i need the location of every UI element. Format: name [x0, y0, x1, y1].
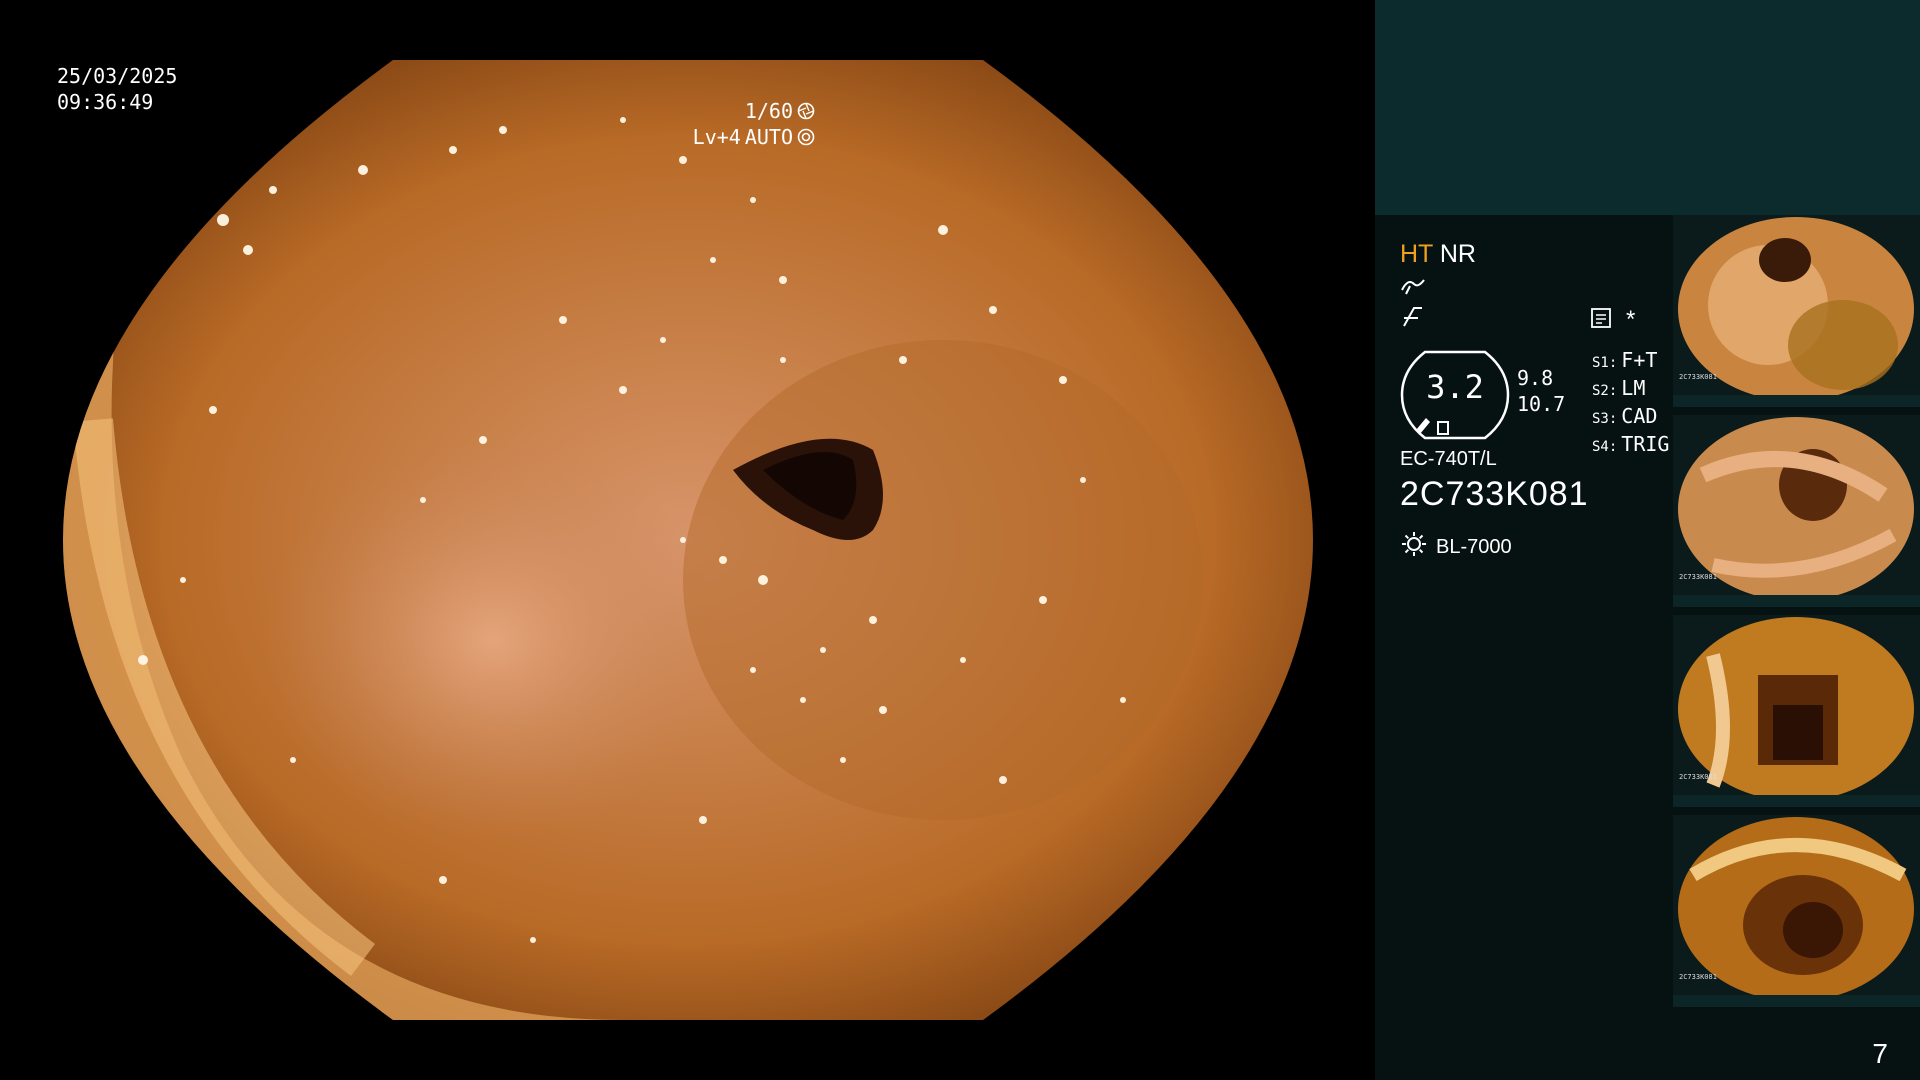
memo-area: * — [1590, 306, 1635, 334]
slot-3: S3: CAD — [1592, 404, 1658, 428]
page-number: 7 — [1872, 1038, 1888, 1069]
info-top-band — [1375, 0, 1920, 215]
endoscope-view: 25/03/2025 09:36:49 1/60 Lv+4 AUTO — [0, 0, 1375, 1080]
slot-2: S2: LM — [1592, 376, 1646, 400]
time-text: 09:36:49 — [57, 90, 154, 114]
thumbnail[interactable]: 2C733K081 — [1673, 415, 1920, 607]
datetime-display: 25/03/2025 09:36:49 — [57, 63, 177, 115]
thumbnail[interactable]: 2C733K081 — [1673, 215, 1920, 407]
thumb-serial: 2C733K081 — [1679, 973, 1717, 981]
endoscopic-image — [63, 60, 1313, 1020]
switch-assignments: S1: F+T S2: LM S3: CAD S4: TRIG — [1592, 348, 1669, 460]
lamp-model: BL-7000 — [1436, 535, 1512, 558]
exposure-display: 1/60 Lv+4 AUTO — [693, 98, 815, 150]
auto-exposure-icon — [797, 128, 815, 146]
date-text: 25/03/2025 — [57, 64, 178, 88]
zoom-side-bottom: 10.7 — [1517, 392, 1566, 416]
level-text: Lv+4 — [692, 125, 741, 149]
scope-serial: 2C733K081 — [1400, 475, 1589, 513]
capture-thumbnails: 2C733K081 2C733K081 2C733K081 2C733K081 — [1673, 215, 1920, 1015]
info-panel: HT NR * 3.2 9.8 10.7 S1: F+T S2: LM S3: CAD — [1375, 0, 1920, 1080]
function-icon — [1400, 306, 1426, 334]
shutter-text: 1/60 — [744, 99, 793, 123]
thumbnail[interactable]: 2C733K081 — [1673, 815, 1920, 1007]
exposure-mode-text: AUTO — [744, 125, 793, 149]
shutter-icon — [797, 102, 815, 120]
memo-symbol: * — [1626, 306, 1636, 333]
memo-icon — [1590, 307, 1612, 334]
zoom-value: 3.2 — [1426, 368, 1484, 406]
nr-indicator: NR — [1439, 240, 1476, 268]
scope-model: EC-740T/L — [1400, 448, 1497, 470]
zoom-side-top: 9.8 — [1517, 366, 1554, 390]
enhancement-icon — [1400, 276, 1426, 302]
mode-indicator: HT NR — [1400, 240, 1476, 269]
slot-4: S4: TRIG — [1592, 432, 1670, 456]
thumbnail[interactable]: 2C733K081 — [1673, 615, 1920, 807]
ht-indicator: HT — [1400, 240, 1433, 268]
lamp-icon — [1400, 530, 1428, 564]
slot-1: S1: F+T — [1592, 348, 1658, 372]
thumb-serial: 2C733K081 — [1679, 573, 1717, 581]
thumb-serial: 2C733K081 — [1679, 373, 1717, 381]
thumb-serial: 2C733K081 — [1679, 773, 1717, 781]
lamp-info: BL-7000 — [1400, 530, 1512, 564]
